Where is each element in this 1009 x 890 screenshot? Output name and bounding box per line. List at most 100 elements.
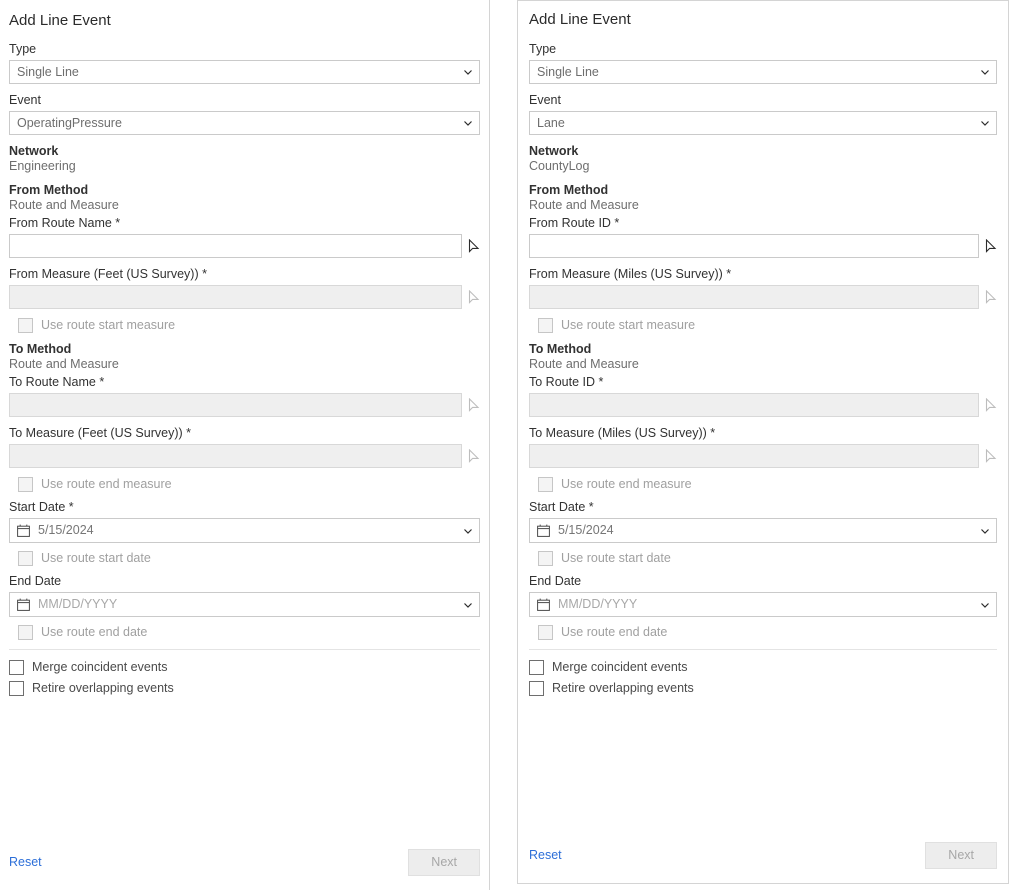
network-label: Network [9,144,59,158]
use-route-end-date-row[interactable]: Use route end date [529,625,997,640]
measure-picker-cursor-icon[interactable] [468,290,480,304]
use-route-start-date-row[interactable]: Use route start date [9,551,480,566]
start-date-wrap[interactable]: 5/15/2024 [529,518,997,543]
to-method-label: To Method [9,342,72,356]
start-date-field[interactable]: 5/15/2024 [9,518,480,543]
use-route-end-date-row[interactable]: Use route end date [9,625,480,640]
reset-button[interactable]: Reset [9,855,42,870]
merge-coincident-row[interactable]: Merge coincident events [529,660,997,675]
to-method-value: Route and Measure [9,357,119,371]
network-value: Engineering [9,159,76,173]
merge-coincident-row[interactable]: Merge coincident events [9,660,480,675]
event-select[interactable]: OperatingPressure [9,111,480,135]
retire-overlapping-row[interactable]: Retire overlapping events [529,681,997,696]
use-route-start-measure-checkbox[interactable] [538,318,553,333]
start-date-value: 5/15/2024 [558,523,614,537]
use-route-end-date-checkbox[interactable] [18,625,33,640]
event-label: Event [9,93,41,107]
next-button[interactable]: Next [408,849,480,876]
use-route-start-measure-label: Use route start measure [561,318,696,332]
route-picker-cursor-icon[interactable] [468,239,480,253]
retire-overlapping-label: Retire overlapping events [552,681,694,695]
use-route-start-date-row[interactable]: Use route start date [529,551,997,566]
start-date-wrap[interactable]: 5/15/2024 [9,518,480,543]
start-date-field[interactable]: 5/15/2024 [529,518,997,543]
panel-body-left: Add Line Event Type Single Line Event Op… [0,0,489,849]
next-button[interactable]: Next [925,842,997,869]
to-measure-row [9,444,480,468]
measure-picker-cursor-icon[interactable] [985,290,997,304]
retire-overlapping-row[interactable]: Retire overlapping events [9,681,480,696]
to-measure-input[interactable] [529,444,979,468]
type-select-wrap[interactable]: Single Line [9,60,480,84]
from-route-input[interactable] [9,234,462,258]
to-measure-input[interactable] [9,444,462,468]
use-route-end-measure-checkbox[interactable] [538,477,553,492]
event-select[interactable]: Lane [529,111,997,135]
measure-picker-cursor-icon[interactable] [985,449,997,463]
from-measure-input[interactable] [9,285,462,309]
type-select[interactable]: Single Line [9,60,480,84]
end-date-placeholder: MM/DD/YYYY [38,597,118,611]
to-route-input[interactable] [529,393,979,417]
merge-coincident-checkbox[interactable] [529,660,544,675]
type-label: Type [529,42,557,56]
end-date-field[interactable]: MM/DD/YYYY [9,592,480,617]
from-measure-label: From Measure (Miles (US Survey)) * [529,267,732,281]
panel-body-right: Add Line Event Type Single Line Event La… [518,1,1008,842]
page-title: Add Line Event [529,11,631,28]
calendar-icon [17,598,30,611]
use-route-end-measure-checkbox[interactable] [18,477,33,492]
use-route-end-date-label: Use route end date [561,625,668,639]
use-route-end-measure-row[interactable]: Use route end measure [9,477,480,492]
end-date-field[interactable]: MM/DD/YYYY [529,592,997,617]
use-route-start-date-label: Use route start date [41,551,151,565]
from-measure-label: From Measure (Feet (US Survey)) * [9,267,207,281]
type-label: Type [9,42,37,56]
from-measure-row [9,285,480,309]
from-route-input[interactable] [529,234,979,258]
use-route-start-date-checkbox[interactable] [18,551,33,566]
network-value: CountyLog [529,159,590,173]
use-route-end-date-checkbox[interactable] [538,625,553,640]
route-picker-cursor-icon[interactable] [985,239,997,253]
to-route-row [529,393,997,417]
type-select[interactable]: Single Line [529,60,997,84]
end-date-wrap[interactable]: MM/DD/YYYY [529,592,997,617]
use-route-start-date-checkbox[interactable] [538,551,553,566]
measure-picker-cursor-icon[interactable] [468,449,480,463]
to-measure-label: To Measure (Feet (US Survey)) * [9,426,191,440]
merge-coincident-label: Merge coincident events [32,660,168,674]
use-route-start-measure-checkbox[interactable] [18,318,33,333]
use-route-end-measure-row[interactable]: Use route end measure [529,477,997,492]
to-route-row [9,393,480,417]
end-date-wrap[interactable]: MM/DD/YYYY [9,592,480,617]
retire-overlapping-label: Retire overlapping events [32,681,174,695]
to-route-label: To Route ID * [529,375,604,389]
end-date-label: End Date [9,574,62,588]
reset-button[interactable]: Reset [529,848,562,863]
from-measure-input[interactable] [529,285,979,309]
add-line-event-panel-left: Add Line Event Type Single Line Event Op… [0,0,490,890]
route-picker-cursor-icon[interactable] [468,398,480,412]
route-picker-cursor-icon[interactable] [985,398,997,412]
panel-footer-right: Reset Next [518,842,1008,883]
retire-overlapping-checkbox[interactable] [9,681,24,696]
type-select-wrap[interactable]: Single Line [529,60,997,84]
from-method-label: From Method [529,183,609,197]
from-route-row [529,234,997,258]
retire-overlapping-checkbox[interactable] [529,681,544,696]
panel-footer-left: Reset Next [0,849,489,890]
to-route-input[interactable] [9,393,462,417]
use-route-start-measure-row[interactable]: Use route start measure [9,318,480,333]
to-measure-label: To Measure (Miles (US Survey)) * [529,426,716,440]
event-select-wrap[interactable]: OperatingPressure [9,111,480,135]
merge-coincident-label: Merge coincident events [552,660,688,674]
page-title: Add Line Event [9,12,111,29]
event-label: Event [529,93,561,107]
to-method-value: Route and Measure [529,357,639,371]
use-route-start-measure-row[interactable]: Use route start measure [529,318,997,333]
to-method-label: To Method [529,342,592,356]
event-select-wrap[interactable]: Lane [529,111,997,135]
merge-coincident-checkbox[interactable] [9,660,24,675]
